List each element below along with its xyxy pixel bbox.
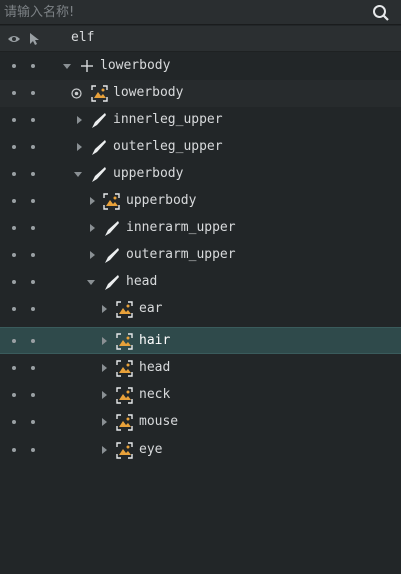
select-dot[interactable] [31,172,35,176]
visibility-dot[interactable] [12,420,16,424]
node-label: upperbody [113,166,184,181]
chevron-right-icon[interactable] [87,196,97,206]
image-icon [116,414,133,431]
chevron-right-icon[interactable] [99,336,109,346]
visibility-dot[interactable] [12,91,16,95]
bone-icon [105,221,119,236]
select-dot[interactable] [31,118,35,122]
node-label: innerleg_upper [113,112,223,127]
node-label: outerleg_upper [113,139,223,154]
visibility-dot[interactable] [12,280,16,284]
tree-row[interactable]: ear [0,296,401,323]
visibility-dot[interactable] [12,64,16,68]
visibility-dot[interactable] [12,253,16,257]
chevron-down-icon[interactable] [86,277,96,287]
select-dot[interactable] [31,64,35,68]
chevron-right-icon[interactable] [99,445,109,455]
select-dot[interactable] [31,366,35,370]
visibility-dot[interactable] [12,199,16,203]
chevron-down-icon[interactable] [73,169,83,179]
node-label: upperbody [126,193,197,208]
image-icon [103,193,120,210]
visibility-dot[interactable] [12,226,16,230]
tree-row[interactable]: lowerbody [0,80,401,107]
image-icon [116,360,133,377]
node-label: neck [139,387,171,402]
tree-row[interactable]: head [0,355,401,382]
node-label: head [139,360,171,375]
select-dot[interactable] [31,253,35,257]
image-icon [116,387,133,404]
tree-row[interactable]: neck [0,382,401,409]
tree-row[interactable]: innerleg_upper [0,107,401,134]
bone-icon [105,275,119,290]
node-label: lowerbody [113,85,184,100]
select-dot[interactable] [31,226,35,230]
chevron-right-icon[interactable] [99,417,109,427]
bone-icon [105,248,119,263]
visibility-dot[interactable] [12,366,16,370]
bone-root-icon [81,60,93,72]
search-icon[interactable] [371,3,390,22]
tree-row-selected[interactable]: hair [0,327,401,354]
chevron-right-icon[interactable] [87,250,97,260]
node-label: hair [139,333,171,348]
select-dot[interactable] [31,307,35,311]
visibility-dot[interactable] [12,339,16,343]
eye-icon[interactable] [7,32,21,46]
chevron-right-icon[interactable] [74,142,84,152]
tree-row[interactable]: upperbody [0,161,401,188]
visibility-dot[interactable] [12,393,16,397]
visibility-dot[interactable] [12,145,16,149]
visibility-dot[interactable] [12,118,16,122]
visibility-dot[interactable] [12,307,16,311]
tree-row[interactable]: mouse [0,409,401,436]
search-bar [0,0,401,25]
select-dot[interactable] [31,420,35,424]
select-dot[interactable] [31,280,35,284]
pointer-icon[interactable] [28,32,40,46]
node-label: head [126,274,158,289]
image-icon [116,301,133,318]
select-dot[interactable] [31,339,35,343]
select-dot[interactable] [31,393,35,397]
chevron-down-icon[interactable] [62,61,72,71]
node-label: lowerbody [100,58,171,73]
tree-row[interactable]: outerleg_upper [0,134,401,161]
node-label: eye [139,442,163,457]
tree-row[interactable]: outerarm_upper [0,242,401,269]
image-icon [91,85,108,102]
tree-row[interactable]: lowerbody [0,53,401,80]
root-node-label: elf [71,30,95,45]
select-dot[interactable] [31,199,35,203]
chevron-right-icon[interactable] [99,363,109,373]
select-dot[interactable] [31,145,35,149]
chevron-right-icon[interactable] [74,115,84,125]
tree-header: elf [0,26,401,52]
chevron-right-icon[interactable] [99,390,109,400]
tree-row[interactable]: innerarm_upper [0,215,401,242]
tree-row[interactable]: upperbody [0,188,401,215]
tree-row[interactable]: head [0,269,401,296]
chevron-right-icon[interactable] [99,304,109,314]
node-label: ear [139,301,163,316]
bone-icon [92,113,106,128]
search-input[interactable] [4,3,364,22]
visibility-dot[interactable] [12,172,16,176]
tree-row[interactable]: eye [0,437,401,464]
node-label: outerarm_upper [126,247,236,262]
select-dot[interactable] [31,448,35,452]
node-label: innerarm_upper [126,220,236,235]
bone-icon [92,167,106,182]
target-icon[interactable] [71,88,82,99]
image-icon [116,333,133,350]
visibility-dot[interactable] [12,448,16,452]
select-dot[interactable] [31,91,35,95]
bone-icon [92,140,106,155]
chevron-right-icon[interactable] [87,223,97,233]
image-icon [116,442,133,459]
node-label: mouse [139,414,179,429]
